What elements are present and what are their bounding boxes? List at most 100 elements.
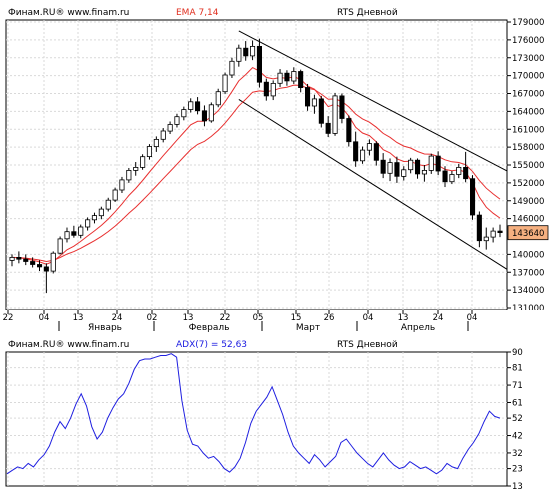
adx-plot-area [5, 351, 508, 487]
x-tick-label: 13 [73, 313, 84, 323]
candle-body [497, 230, 503, 234]
candle-body [318, 98, 324, 124]
candle [208, 102, 214, 123]
adx-source-label: Финам.RU® www.finam.ru [8, 340, 129, 350]
candle-body [476, 214, 482, 242]
candle [50, 251, 56, 274]
candle-body [277, 72, 283, 84]
candle-body [346, 118, 352, 143]
adx-tick-label: 71 [512, 381, 523, 391]
candle-body [394, 162, 400, 177]
month-label: Март [296, 323, 320, 333]
candle [318, 95, 324, 128]
price-indicator-label: EMA 7,14 [176, 8, 219, 18]
candle [346, 115, 352, 147]
candle-body [456, 166, 462, 175]
candle-body [359, 149, 366, 162]
last-price-value: 143640 [512, 229, 544, 239]
adx-tick-label: 32 [512, 449, 523, 459]
candle-body [194, 101, 201, 112]
x-tick-label: 24 [112, 313, 123, 323]
candle-body [112, 189, 118, 201]
price-tick-label: 161000 [512, 125, 544, 135]
candle-body [284, 72, 290, 82]
candle-body [442, 170, 448, 183]
x-tick-label: 04 [363, 313, 374, 323]
candle [222, 72, 228, 95]
adx-indicator-label: ADX(7) = 52,63 [176, 340, 247, 350]
x-tick-label: 26 [324, 313, 335, 323]
price-source-label: Финам.RU® www.finam.ru [8, 8, 129, 18]
candle-body [208, 104, 214, 122]
candle-body [463, 166, 469, 180]
candle-body [421, 169, 427, 175]
candle-body [174, 116, 180, 125]
candle-body [249, 46, 256, 57]
candle-body [236, 47, 242, 62]
adx-tick-label: 81 [512, 364, 523, 374]
candle-body [160, 130, 166, 140]
adx-tick-label: 52 [512, 414, 523, 424]
adx-tick-label: 23 [512, 465, 523, 475]
x-tick-label: 15 [291, 313, 302, 323]
candle-body [23, 258, 29, 262]
price-tick-label: 176000 [512, 36, 544, 46]
candle-body [30, 261, 36, 265]
candle-body [50, 252, 56, 272]
x-tick-label: 22 [220, 313, 231, 323]
candle-body [380, 159, 386, 174]
candle-body [408, 159, 414, 171]
candle [215, 88, 221, 108]
adx-tick-label: 42 [512, 432, 523, 442]
month-label: Апрель [401, 323, 435, 333]
candle-body [401, 169, 407, 177]
candle-body [311, 98, 317, 107]
price-tick-label: 173000 [512, 54, 544, 64]
candle-body [98, 208, 104, 217]
candle-body [483, 236, 489, 242]
candle [332, 92, 338, 136]
candle-body [201, 110, 208, 122]
price-tick-label: 137000 [512, 268, 544, 278]
price-tick-label: 179000 [512, 18, 544, 28]
candle-body [146, 146, 153, 158]
price-y-axis: 179000 176000 173000 170000 167000 164000 1610… [507, 18, 544, 314]
last-price-tag: 143640 [507, 225, 549, 241]
candle-body [469, 178, 476, 216]
price-tick-label: 140000 [512, 250, 544, 260]
candle-body [37, 264, 43, 268]
price-tick-label: 134000 [512, 286, 544, 296]
candle [112, 187, 118, 202]
adx-title: RTS Дневной [337, 340, 398, 350]
candle-body [304, 87, 311, 107]
candle-body [78, 226, 84, 236]
x-tick-label: 22 [3, 313, 14, 323]
candle-body [9, 256, 15, 261]
candle-body [222, 74, 228, 93]
candle-body [188, 101, 194, 110]
rts-chart: Финам.RU® www.finam.ru EMA 7,14 RTS Днев… [0, 0, 550, 499]
candle-body [71, 231, 77, 236]
candle [256, 38, 262, 88]
candle-body [353, 141, 359, 162]
candle-body [243, 47, 249, 57]
candle-body [428, 155, 434, 171]
x-tick-label: 02 [147, 313, 158, 323]
month-label: Январь [88, 323, 122, 333]
x-tick-label: 04 [39, 313, 50, 323]
candle-body [387, 162, 393, 174]
candle-body [263, 81, 269, 97]
price-tick-label: 164000 [512, 107, 544, 117]
candle-body [435, 155, 441, 172]
price-title: RTS Дневной [337, 8, 398, 18]
candle [105, 197, 111, 212]
candle-body [325, 122, 331, 134]
candle-body [126, 169, 132, 181]
chart-root: Финам.RU® www.finam.ru EMA 7,14 RTS Днев… [0, 0, 550, 499]
candle-body [332, 95, 338, 134]
price-tick-label: 158000 [512, 143, 544, 153]
candle-body [64, 231, 70, 240]
adx-tick-label: 13 [512, 482, 523, 492]
candle-body [366, 143, 372, 151]
price-tick-label: 146000 [512, 215, 544, 225]
